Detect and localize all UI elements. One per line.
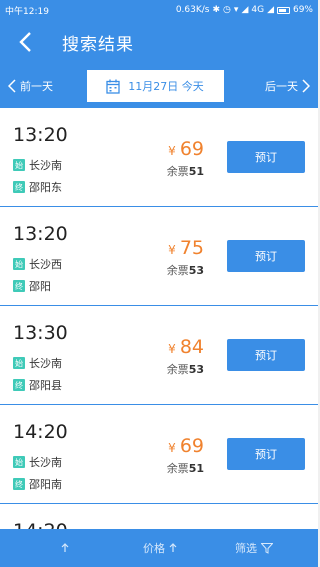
alarm-icon: ◷ xyxy=(223,5,231,15)
origin-row: 始 长沙西 xyxy=(13,256,62,272)
price-sort-label: 价格 xyxy=(143,542,165,555)
remain-count: 53 xyxy=(188,363,204,376)
destination-station: 邵阳 xyxy=(29,280,51,293)
back-button[interactable] xyxy=(0,20,50,64)
date-picker[interactable]: 11月27日 今天 xyxy=(86,70,224,102)
battery-icon xyxy=(276,6,290,14)
remain-count: 51 xyxy=(188,165,204,178)
origin-station: 长沙西 xyxy=(29,258,62,271)
book-button[interactable]: 预订 xyxy=(227,141,305,173)
battery-level: 69% xyxy=(292,5,313,15)
remain-label: 余票 xyxy=(166,264,189,277)
time-sort-button[interactable] xyxy=(0,543,130,553)
remaining-tickets: 余票51 xyxy=(167,163,204,179)
signal-icon-2: ◢ xyxy=(267,5,274,15)
filter-label: 筛选 xyxy=(235,542,257,555)
price-value: 69 xyxy=(179,435,204,457)
wifi-icon: ▾ xyxy=(233,5,239,15)
net-speed: 0.63K/s xyxy=(175,5,210,15)
departure-time: 13:20 xyxy=(13,223,68,245)
date-label: 11月27日 今天 xyxy=(128,80,204,93)
book-button[interactable]: 预订 xyxy=(227,339,305,371)
start-badge: 始 xyxy=(13,456,25,468)
price-sort-button[interactable]: 价格 xyxy=(130,540,190,556)
arrow-up-icon xyxy=(61,543,69,552)
departure-time: 14:20 xyxy=(13,421,68,443)
chevron-right-icon xyxy=(302,79,310,93)
next-day-button[interactable]: 后一天 xyxy=(265,78,310,94)
filter-icon xyxy=(261,542,273,554)
departure-time: 13:20 xyxy=(13,124,68,146)
currency-symbol: ¥ xyxy=(168,342,176,356)
end-badge: 终 xyxy=(13,478,25,490)
signal-icon: ◢ xyxy=(241,5,249,15)
date-bar: 前一天 11月27日 今天 后一天 xyxy=(0,64,318,108)
price-value: 75 xyxy=(179,237,204,259)
remaining-tickets: 余票53 xyxy=(167,262,204,278)
destination-row: 终 邵阳南 xyxy=(13,476,62,492)
end-badge: 终 xyxy=(13,379,25,391)
destination-station: 邵阳县 xyxy=(29,379,62,392)
destination-row: 终 邵阳东 xyxy=(13,179,62,195)
prev-day-button[interactable]: 前一天 xyxy=(8,78,53,94)
departure-time: 13:30 xyxy=(13,322,68,344)
book-button[interactable]: 预订 xyxy=(227,240,305,272)
end-badge: 终 xyxy=(13,181,25,193)
filter-button[interactable]: 筛选 xyxy=(190,540,318,556)
end-badge: 终 xyxy=(13,280,25,292)
book-button[interactable]: 预订 xyxy=(227,438,305,470)
currency-symbol: ¥ xyxy=(168,144,176,158)
start-badge: 始 xyxy=(13,357,25,369)
trip-card[interactable]: 13:20 始 长沙南 终 邵阳东 ¥69 余票51 预订 xyxy=(0,108,318,207)
back-arrow-icon xyxy=(19,32,31,52)
trip-card[interactable]: 13:30 始 长沙南 终 邵阳县 ¥84 余票53 预订 xyxy=(0,306,318,405)
destination-station: 邵阳东 xyxy=(29,181,62,194)
ticket-price: ¥69 xyxy=(168,435,204,457)
remain-count: 53 xyxy=(188,264,204,277)
arrow-up-icon xyxy=(169,543,177,552)
network-type: 4G xyxy=(251,5,265,15)
bottom-toolbar: 价格 筛选 xyxy=(0,529,318,567)
status-bar: 中午12:19 0.63K/s ✱ ◷ ▾ ◢ 4G ◢ 69% xyxy=(0,0,318,20)
chevron-left-icon xyxy=(8,79,16,93)
origin-station: 长沙南 xyxy=(29,357,62,370)
remain-count: 51 xyxy=(188,462,204,475)
remain-label: 余票 xyxy=(166,363,189,376)
app-bar: 搜索结果 xyxy=(0,20,318,64)
start-badge: 始 xyxy=(13,159,25,171)
calendar-icon xyxy=(106,79,120,94)
status-icons: 0.63K/s ✱ ◷ ▾ ◢ 4G ◢ 69% xyxy=(176,5,313,15)
bluetooth-icon: ✱ xyxy=(212,5,221,15)
start-badge: 始 xyxy=(13,258,25,270)
remaining-tickets: 余票53 xyxy=(167,361,204,377)
trip-list: 13:20 始 长沙南 终 邵阳东 ¥69 余票51 预订 13:20 始 长沙… xyxy=(0,108,318,534)
origin-station: 长沙南 xyxy=(29,456,62,469)
trip-card[interactable]: 13:20 始 长沙西 终 邵阳 ¥75 余票53 预订 xyxy=(0,207,318,306)
ticket-price: ¥75 xyxy=(168,237,204,259)
destination-row: 终 邵阳县 xyxy=(13,377,62,393)
trip-card[interactable]: 14:20 始 长沙南 终 邵阳南 ¥69 余票51 预订 xyxy=(0,405,318,504)
origin-station: 长沙南 xyxy=(29,159,62,172)
page-title: 搜索结果 xyxy=(62,34,134,55)
status-time: 中午12:19 xyxy=(5,6,49,17)
remaining-tickets: 余票51 xyxy=(167,460,204,476)
price-value: 69 xyxy=(179,138,204,160)
currency-symbol: ¥ xyxy=(168,441,176,455)
origin-row: 始 长沙南 xyxy=(13,454,62,470)
ticket-price: ¥69 xyxy=(168,138,204,160)
remain-label: 余票 xyxy=(166,165,189,178)
origin-row: 始 长沙南 xyxy=(13,355,62,371)
next-day-label: 后一天 xyxy=(265,80,298,93)
ticket-price: ¥84 xyxy=(168,336,204,358)
currency-symbol: ¥ xyxy=(168,243,176,257)
prev-day-label: 前一天 xyxy=(20,80,53,93)
remain-label: 余票 xyxy=(166,462,189,475)
price-value: 84 xyxy=(179,336,204,358)
origin-row: 始 长沙南 xyxy=(13,157,62,173)
destination-station: 邵阳南 xyxy=(29,478,62,491)
destination-row: 终 邵阳 xyxy=(13,278,51,294)
